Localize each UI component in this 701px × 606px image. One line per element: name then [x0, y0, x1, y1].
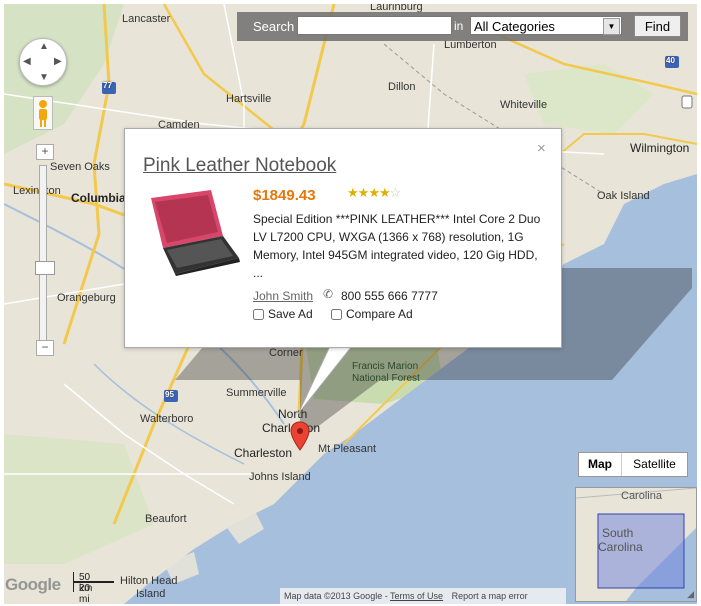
label-seven-oaks: Seven Oaks: [50, 161, 110, 173]
map-marker-icon[interactable]: [289, 421, 311, 456]
label-hwy-95: 95: [165, 390, 174, 399]
search-label: Search: [253, 19, 295, 34]
label-francis-marion: Francis Marion: [352, 361, 419, 372]
scale-mi: 20 mi: [79, 583, 91, 605]
pan-control[interactable]: ▲ ▼ ◀ ▶: [19, 38, 67, 86]
pan-up-icon[interactable]: ▲: [39, 41, 49, 52]
label-wilmington: Wilmington: [630, 141, 690, 155]
label-hwy-40: 40: [666, 56, 675, 65]
map-footer: Map data ©2013 Google - Terms of Use Rep…: [280, 588, 566, 604]
category-select[interactable]: All Categories ▼: [470, 16, 622, 35]
pan-right-icon[interactable]: ▶: [54, 56, 62, 67]
label-columbia: Columbia: [71, 191, 126, 205]
label-beaufort: Beaufort: [145, 513, 187, 525]
label-island: Island: [136, 588, 166, 600]
map-attribution: Map data ©2013 Google -: [284, 591, 391, 601]
label-lumberton: Lumberton: [444, 39, 497, 51]
laptop-photo[interactable]: [145, 188, 243, 276]
compare-ad-checkbox[interactable]: Compare Ad: [331, 307, 413, 321]
star-filled-icon: ★: [357, 185, 370, 200]
map-type-map-button[interactable]: Map: [579, 453, 622, 476]
label-charleston: Charleston: [234, 446, 293, 460]
seller-link[interactable]: John Smith: [253, 289, 313, 303]
zoom-slider-track[interactable]: [39, 165, 47, 349]
label-corner: Corner: [269, 347, 303, 359]
pan-left-icon[interactable]: ◀: [23, 56, 31, 67]
label-summerville: Summerville: [226, 387, 287, 399]
overview-label-carolina: Carolina: [621, 490, 662, 502]
listing-description: Special Edition ***PINK LEATHER*** Intel…: [253, 212, 541, 280]
chevron-down-icon[interactable]: ▼: [603, 18, 620, 35]
compare-ad-check[interactable]: [331, 308, 342, 320]
terms-link[interactable]: Terms of Use: [390, 591, 443, 601]
overview-label-south: South: [602, 526, 634, 540]
overview-label-south-carolina: Carolina: [598, 540, 643, 554]
pegman-icon[interactable]: [33, 96, 53, 130]
star-filled-icon: ★: [368, 185, 380, 200]
label-walterboro: Walterboro: [140, 413, 194, 425]
zoom-out-button[interactable]: −: [36, 340, 54, 356]
map-type-satellite-button[interactable]: Satellite: [622, 453, 687, 476]
listing-price: $1849.43: [253, 187, 316, 204]
label-orangeburg: Orangeburg: [57, 292, 116, 304]
label-hilton-head: Hilton Head: [120, 575, 178, 587]
close-icon[interactable]: ×: [537, 140, 546, 157]
label-lexington: Lexington: [13, 185, 61, 197]
zoom-slider-thumb[interactable]: [35, 261, 55, 275]
label-north: North: [278, 407, 308, 421]
label-mt-pleasant: Mt Pleasant: [318, 443, 377, 455]
compare-ad-label: Compare Ad: [346, 307, 413, 321]
phone-icon: ✆: [323, 287, 334, 301]
star-filled-icon: ★: [378, 185, 391, 200]
overview-map[interactable]: Carolina South Carolina ◢: [575, 487, 697, 602]
find-button[interactable]: Find: [634, 15, 681, 37]
map-type-control: Map Satellite: [578, 452, 688, 477]
label-whiteville: Whiteville: [500, 99, 548, 111]
save-ad-check[interactable]: [253, 308, 264, 320]
in-label: in: [454, 19, 464, 33]
label-hwy-77: 77: [103, 81, 112, 90]
save-ad-checkbox[interactable]: Save Ad: [253, 307, 313, 321]
label-oak-island: Oak Island: [597, 190, 650, 202]
listing-title-link[interactable]: Pink Leather Notebook: [143, 155, 336, 177]
label-hartsville: Hartsville: [226, 93, 272, 105]
label-national-forest: National Forest: [352, 373, 420, 384]
zoom-in-button[interactable]: +: [36, 144, 54, 160]
search-input[interactable]: [297, 16, 452, 35]
star-filled-icon: ★: [347, 185, 359, 200]
category-selected-value: All Categories: [474, 19, 555, 34]
google-logo[interactable]: Google: [5, 575, 61, 595]
save-ad-label: Save Ad: [268, 307, 313, 321]
pan-down-icon[interactable]: ▼: [39, 72, 49, 83]
label-dillon: Dillon: [388, 81, 416, 93]
overview-toggle-icon[interactable]: ◢: [687, 589, 694, 600]
search-bar: Search in All Categories ▼ Find: [237, 12, 688, 41]
star-empty-icon: ☆: [389, 185, 402, 200]
label-johns-island: Johns Island: [249, 471, 311, 483]
info-window: Pink Leather Notebook × $1849.43 ★★★★☆ S…: [124, 128, 562, 348]
rating-stars: ★★★★☆: [347, 185, 402, 201]
label-lancaster: Lancaster: [122, 13, 171, 25]
report-error-link[interactable]: Report a map error: [452, 591, 528, 601]
seller-phone: 800 555 666 7777: [341, 289, 438, 303]
